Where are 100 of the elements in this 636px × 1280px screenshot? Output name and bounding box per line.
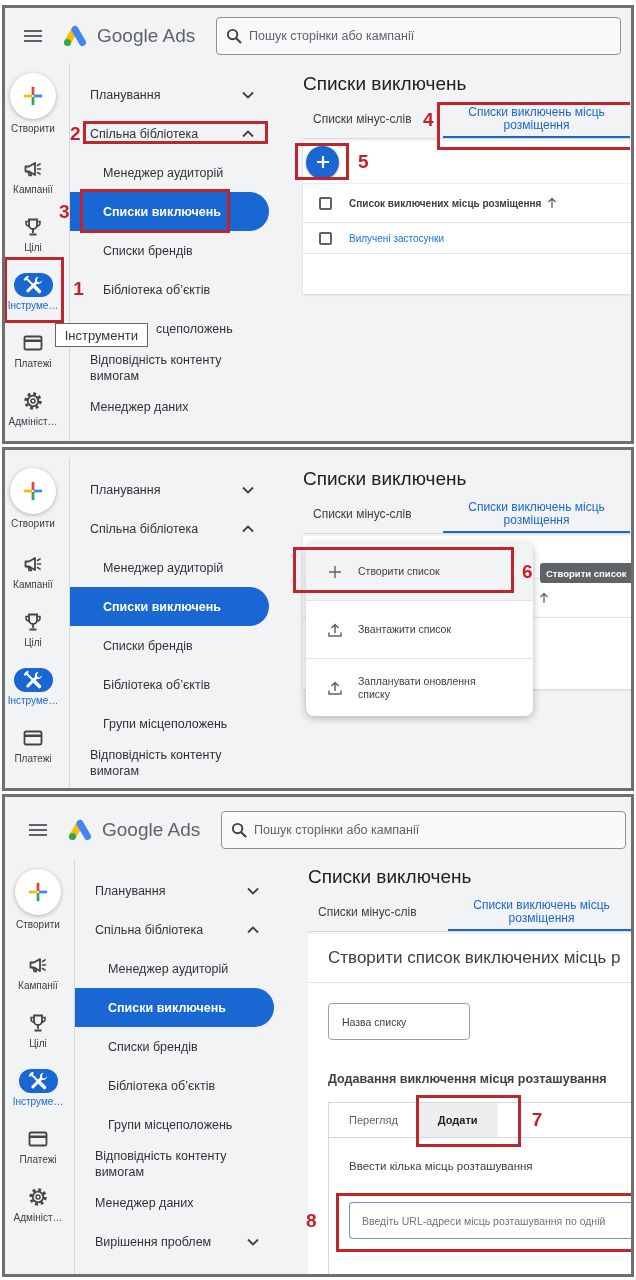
tab[interactable]: Списки мінус-слів <box>303 497 421 533</box>
tab[interactable]: Списки мінус-слів <box>303 102 421 138</box>
nav-item[interactable]: Списки брендів <box>84 626 269 665</box>
logo-icon <box>63 24 87 47</box>
nav-item[interactable]: Спільна бібліотека <box>83 114 269 153</box>
nav-item[interactable]: Відповідність контенту вимогам <box>88 1144 274 1183</box>
nav-item[interactable]: Відповідність контенту вимогам <box>83 743 269 782</box>
plus-icon <box>328 564 342 579</box>
plus-icon <box>10 468 56 514</box>
nav-item[interactable]: Спільна бібліотека <box>83 509 269 548</box>
tab[interactable]: Перегляд <box>329 1103 418 1137</box>
chevron-down-icon[interactable] <box>242 485 254 494</box>
chevron-up-icon[interactable] <box>242 129 254 138</box>
plus-icon <box>10 73 56 119</box>
arrow-up-icon[interactable] <box>539 592 549 604</box>
step-number: 2 <box>70 123 81 144</box>
section-title: Додавання виключення місця розташування <box>328 1071 608 1087</box>
menu-icon[interactable] <box>24 29 42 42</box>
rail-item[interactable]: Платежі <box>13 323 53 381</box>
rail-item[interactable]: Кампанії <box>13 544 53 602</box>
nav-item[interactable]: Групи місцеположень <box>89 1105 274 1144</box>
page-title: Списки виключень <box>303 467 467 491</box>
name-input-field[interactable]: Назва списку <box>328 1003 470 1040</box>
step-number: 6 <box>522 561 533 582</box>
nav-item[interactable]: Бібліотека об’єктів <box>84 665 269 704</box>
step-number: 7 <box>531 1110 543 1130</box>
rail-item[interactable]: Цілі <box>13 602 53 660</box>
form-heading: Створити список виключених місць р <box>328 948 621 967</box>
nav-item[interactable]: Бібліотека об’єктів <box>84 270 269 309</box>
tools-icon <box>13 668 53 692</box>
nav-item[interactable]: Списки брендів <box>84 231 269 270</box>
rail-item[interactable]: Інструме… <box>7 660 59 718</box>
tab[interactable]: Списки виключень місць розміщення <box>443 102 630 138</box>
highlight-frame <box>295 142 349 180</box>
create-button[interactable]: Створити <box>15 869 61 932</box>
page-title: Списки виключень <box>308 865 472 889</box>
menu-item[interactable]: Звантажити список <box>306 600 533 658</box>
plus-icon <box>315 155 330 169</box>
tab[interactable]: Списки виключень місць розміщення <box>443 497 630 533</box>
step-number: 3 <box>59 201 70 222</box>
search-icon <box>231 822 247 838</box>
nav-item[interactable]: Менеджер аудиторій <box>84 548 269 587</box>
rail-item[interactable]: Адмініст… <box>8 381 58 439</box>
nav-item[interactable]: Групи місцеположень <box>84 704 269 743</box>
rail-item[interactable]: Кампанії <box>18 945 58 1003</box>
chevron-down-icon[interactable] <box>247 886 259 895</box>
nav-item[interactable]: Списки виключень <box>75 988 274 1027</box>
menu-icon[interactable] <box>29 824 47 836</box>
nav-item[interactable]: Планування <box>88 871 274 910</box>
nav-item[interactable]: Бібліотека об’єктів <box>89 1066 274 1105</box>
field-label: Ввести кілька місць розташування <box>349 1159 534 1174</box>
search-field[interactable]: Пошук сторінки або кампанії <box>221 811 626 849</box>
step-number: 1 <box>73 279 84 299</box>
nav-item[interactable]: Списки виключень <box>70 587 269 626</box>
column-header[interactable]: Список виключених місць розміщення <box>349 197 542 209</box>
rail-item[interactable]: Платежі <box>13 718 53 776</box>
logo-icon <box>68 819 92 841</box>
step-number: 4 <box>423 110 434 130</box>
search-icon <box>226 27 242 44</box>
chevron-down-icon[interactable] <box>247 1237 259 1246</box>
tab[interactable]: Списки виключень місць розміщення <box>448 895 631 931</box>
nav-item[interactable]: сцеположень <box>156 309 269 348</box>
upload-icon <box>328 680 342 695</box>
tab[interactable]: Додати <box>417 1103 498 1137</box>
nav-item[interactable]: Менеджер аудиторій <box>89 949 274 988</box>
tab[interactable]: Списки мінус-слів <box>308 895 426 931</box>
rail-item[interactable]: Інструме… <box>7 265 59 323</box>
chevron-up-icon[interactable] <box>247 925 259 934</box>
tools-icon <box>18 1069 58 1093</box>
rail-item[interactable]: Адмініст… <box>13 1177 63 1235</box>
nav-item[interactable]: Планування <box>83 470 269 509</box>
upload-icon <box>328 622 342 637</box>
checkbox[interactable] <box>319 231 332 245</box>
create-button[interactable]: Створити <box>10 468 56 531</box>
rail-item[interactable]: Цілі <box>18 1003 58 1061</box>
plus-icon <box>15 869 61 915</box>
arrow-up-icon[interactable] <box>547 197 558 209</box>
chevron-up-icon[interactable] <box>242 524 254 533</box>
nav-item[interactable]: Планування <box>83 75 269 114</box>
highlight-frame <box>5 257 65 323</box>
rail-item[interactable]: Інструме… <box>12 1061 64 1119</box>
menu-item[interactable]: Запланувати оновлення списку <box>306 658 533 716</box>
url-input-field[interactable]: Введіть URL-адреси місць розташування по одній <box>349 1202 631 1239</box>
rail-item[interactable]: Платежі <box>18 1119 58 1177</box>
nav-item[interactable]: Менеджер даних <box>88 1183 274 1222</box>
nav-item[interactable]: Спільна бібліотека <box>88 910 274 949</box>
nav-item[interactable]: Відповідність контенту вимогам <box>83 348 269 387</box>
rail-item[interactable]: Цілі <box>13 207 53 265</box>
create-button[interactable]: Створити <box>10 73 56 136</box>
nav-item[interactable]: Менеджер даних <box>83 387 269 426</box>
checkbox[interactable] <box>319 196 332 210</box>
nav-item[interactable]: Списки виключень <box>70 192 269 231</box>
nav-item[interactable]: Вирішення проблем <box>88 1222 274 1261</box>
search-field[interactable]: Пошук сторінки або кампанії <box>216 16 621 55</box>
nav-item[interactable]: Списки брендів <box>89 1027 274 1066</box>
chevron-down-icon[interactable] <box>242 90 254 99</box>
tooltip: Створити список <box>540 563 631 583</box>
list-link[interactable]: Вилучені застосунки <box>349 232 445 244</box>
rail-item[interactable]: Кампанії <box>13 149 53 207</box>
nav-item[interactable]: Менеджер аудиторій <box>84 153 269 192</box>
